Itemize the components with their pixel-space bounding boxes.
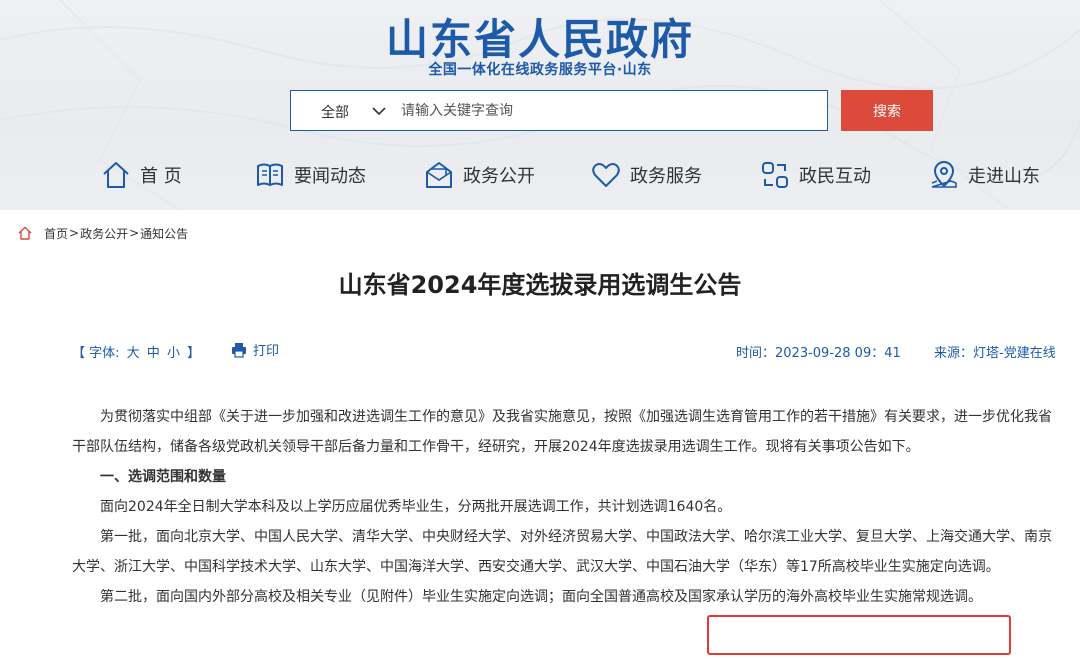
book-icon [257,163,283,186]
breadcrumb: 首页 > 政务公开 > 通知公告 [18,224,188,242]
paragraph: 第一批，面向北京大学、中国人民大学、清华大学、中央财经大学、对外经济贸易大学、中… [72,529,1052,575]
map-pin-icon [931,161,957,188]
chevron-down-icon[interactable] [371,103,387,119]
nav-item-home[interactable]: 首 页 [100,152,182,198]
main-nav: 首 页 要闻动态 政务公开 政务服务 政民互动 走进山东 [0,152,1080,198]
heart-icon [592,163,620,187]
printer-icon [232,342,246,358]
search-bar: 全部 [290,90,828,131]
nav-item-label: 政务公开 [463,166,535,187]
paragraph: 为贯彻落实中组部《关于进一步加强和改进选调生工作的意见》及我省实施意见，按照《加… [72,409,1052,455]
nav-item-explore-shandong[interactable]: 走进山东 [928,152,1040,198]
breadcrumb-item-home[interactable]: 首页 [44,225,68,242]
article-title: 山东省2024年度选拔录用选调生公告 [338,271,742,299]
article-content: 为贯彻落实中组部《关于进一步加强和改进选调生工作的意见》及我省实施意见，按照《加… [72,402,1057,612]
nav-item-news[interactable]: 要闻动态 [254,152,366,198]
nav-item-interaction[interactable]: 政民互动 [759,152,871,198]
envelope-icon [426,162,452,188]
search-input[interactable] [401,96,811,125]
home-icon[interactable] [18,226,32,240]
publish-time: 时间：2023-09-28 09：41 [736,346,901,361]
nav-item-open-affairs[interactable]: 政务公开 [423,152,535,198]
breadcrumb-item-notices[interactable]: 通知公告 [140,225,188,242]
article-meta: 【 字体: 大 中 小 】 打印 时间：2023-09-28 09：41 来源：… [0,340,1080,361]
breadcrumb-separator: > [69,226,80,240]
font-size-control: 【 字体: 大 中 小 】 [72,342,203,361]
font-size-suffix: 】 [187,346,201,361]
paragraph: 第二批，面向国内外部分高校及相关专业（见附件）毕业生实施定向选调；面向全国普通高… [100,589,982,605]
section-heading: 一、选调范围和数量 [100,469,226,485]
font-size-small-button[interactable]: 小 [167,346,180,361]
interact-icon [762,162,788,188]
site-header: 山东省人民政府 全国一体化在线政务服务平台·山东 全部 搜索 首 页 要闻动态 [0,0,1080,210]
nav-item-label: 首 页 [140,166,182,187]
paragraph: 面向2024年全日制大学本科及以上学历应届优秀毕业生，分两批开展选调工作，共计划… [100,499,732,515]
nav-item-label: 要闻动态 [294,166,366,187]
font-size-large-button[interactable]: 大 [127,346,140,361]
font-size-medium-button[interactable]: 中 [147,346,160,361]
nav-item-label: 走进山东 [968,166,1040,187]
search-scope-select[interactable]: 全部 [321,102,349,122]
print-button[interactable]: 打印 [231,340,279,359]
article-source: 来源：灯塔-党建在线 [934,346,1056,361]
home-icon [103,162,129,188]
nav-item-services[interactable]: 政务服务 [590,152,702,198]
search-button[interactable]: 搜索 [841,90,933,131]
print-label: 打印 [253,344,280,359]
site-title[interactable]: 山东省人民政府 [0,6,1080,67]
highlight-annotation-box [707,615,1011,655]
font-size-prefix: 【 字体: [72,346,120,361]
breadcrumb-separator: > [129,226,140,240]
site-subtitle: 全国一体化在线政务服务平台·山东 [428,62,652,78]
nav-item-label: 政务服务 [630,166,702,187]
breadcrumb-item-open-affairs[interactable]: 政务公开 [80,225,128,242]
nav-item-label: 政民互动 [799,166,871,187]
